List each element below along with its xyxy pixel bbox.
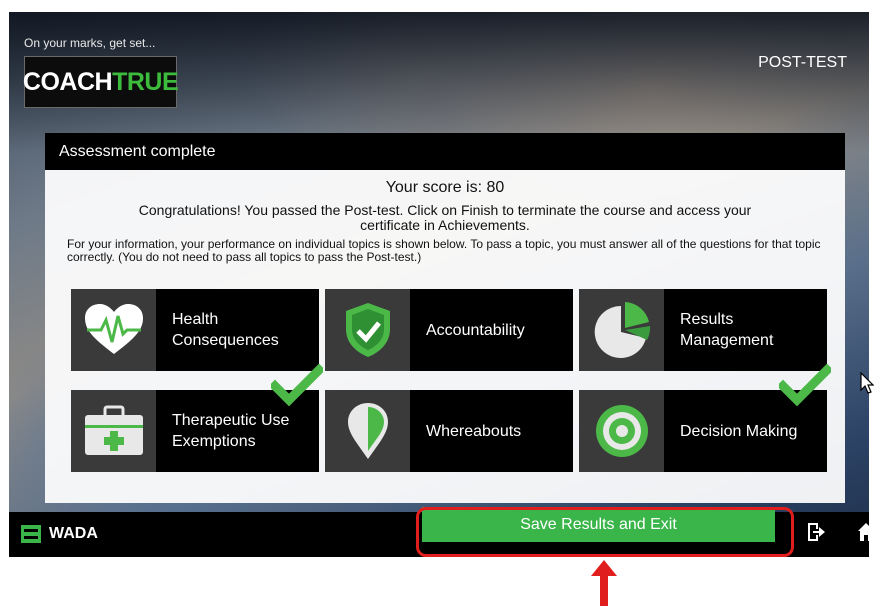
exit-icon[interactable] xyxy=(807,522,825,542)
topic-label-line1: Therapeutic Use xyxy=(172,412,290,429)
topic-label: Accountability xyxy=(426,321,525,339)
topic-label-line1: Health xyxy=(172,311,219,328)
medical-kit-icon xyxy=(71,390,156,472)
red-arrow-icon xyxy=(591,560,617,606)
score-text: Your score is: 80 xyxy=(385,179,505,196)
topic-tile-health-consequences: Health Consequences xyxy=(71,289,319,371)
coachtrue-logo: COACH TRUE xyxy=(22,56,179,108)
topic-tile-decision-making: Decision Making xyxy=(579,364,831,472)
location-pin-icon xyxy=(325,390,410,472)
home-icon[interactable] xyxy=(858,523,874,541)
logo-part2: TRUE xyxy=(112,67,179,96)
topic-tile-whereabouts: Whereabouts xyxy=(325,390,573,472)
info-text: For your information, your performance o… xyxy=(67,237,821,264)
topic-label-line2: Management xyxy=(680,332,774,349)
congrats-text: Congratulations! You passed the Post-tes… xyxy=(138,202,752,233)
wada-label: WADA xyxy=(49,525,98,542)
app-stage: On your marks, get set... COACH TRUE POST… xyxy=(9,12,869,557)
topic-label-line2: Exemptions xyxy=(172,433,256,450)
wada-brand[interactable]: WADA xyxy=(21,525,98,543)
topic-label-line2: Consequences xyxy=(172,332,279,349)
topic-label-line1: Results xyxy=(680,311,734,328)
topic-grid: Health Consequences Accountability Resul… xyxy=(71,289,831,472)
shield-check-icon xyxy=(325,289,410,371)
tagline: On your marks, get set... xyxy=(24,36,156,50)
target-icon xyxy=(579,390,664,472)
pie-chart-icon xyxy=(579,289,664,371)
topic-label: Whereabouts xyxy=(426,422,522,440)
logo-part1: COACH xyxy=(22,67,113,96)
mode-label: POST-TEST xyxy=(758,54,847,71)
mouse-cursor-icon xyxy=(860,372,874,394)
panel-title: Assessment complete xyxy=(45,133,845,170)
topic-tile-results-management: Results Management xyxy=(579,289,827,371)
check-mark-icon xyxy=(271,364,323,406)
check-mark-icon xyxy=(779,364,831,406)
wada-logo-icon xyxy=(21,525,41,543)
heart-pulse-icon xyxy=(71,289,156,371)
topic-tile-therapeutic-use-exemptions: Therapeutic Use Exemptions xyxy=(71,364,323,472)
topic-tile-accountability: Accountability xyxy=(325,289,573,371)
topic-label: Decision Making xyxy=(680,422,798,440)
assessment-panel: Assessment complete Your score is: 80 Co… xyxy=(45,133,845,503)
save-results-and-exit-button[interactable]: Save Results and Exit xyxy=(422,507,775,542)
